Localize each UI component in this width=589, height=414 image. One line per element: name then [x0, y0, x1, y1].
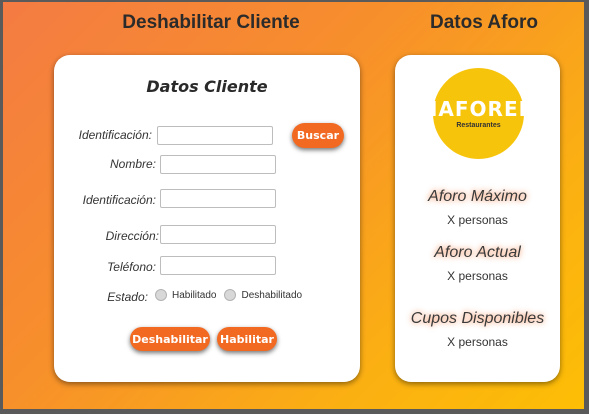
search-button[interactable]: Buscar: [292, 123, 344, 148]
page-title: Deshabilitar Cliente: [122, 12, 300, 33]
address-label: Dirección:: [105, 229, 159, 243]
phone-input[interactable]: [160, 256, 276, 275]
state-label: Estado:: [107, 290, 148, 304]
client-card-title: Datos Cliente: [146, 77, 268, 96]
available-seats-value: X personas: [447, 335, 508, 349]
current-capacity-value: X personas: [447, 269, 508, 283]
phone-label: Teléfono:: [107, 260, 156, 274]
search-id-label: Identificación:: [78, 128, 152, 142]
max-capacity-label: Aforo Máximo: [428, 188, 527, 205]
address-input[interactable]: [160, 225, 276, 244]
name-input[interactable]: [160, 155, 276, 174]
aforo-logo: IAFOREI Restaurantes: [429, 68, 528, 159]
state-radio-group: Habilitado Deshabilitado: [155, 289, 310, 301]
available-seats-label: Cupos Disponibles: [410, 310, 545, 327]
id-input[interactable]: [160, 189, 276, 208]
radio-enabled[interactable]: [155, 289, 167, 301]
enable-button[interactable]: Habilitar: [217, 327, 277, 351]
search-id-input[interactable]: [157, 126, 273, 145]
max-capacity-value: X personas: [447, 213, 508, 227]
radio-enabled-label: Habilitado: [172, 289, 217, 301]
page-background: Deshabilitar Cliente Datos Aforo Datos C…: [3, 2, 584, 409]
disable-button[interactable]: Deshabilitar: [130, 327, 210, 351]
id-label: Identificación:: [82, 193, 156, 207]
current-capacity-label: Aforo Actual: [434, 244, 521, 261]
radio-disabled-label: Deshabilitado: [241, 289, 303, 301]
logo-word: IAFOREI: [429, 97, 528, 121]
name-label: Nombre:: [109, 157, 156, 171]
logo-subtext: Restaurantes: [456, 122, 501, 129]
aforo-title: Datos Aforo: [429, 12, 539, 33]
client-card: Datos Cliente Identificación: Buscar Nom…: [54, 55, 360, 382]
aforo-card: IAFOREI Restaurantes Aforo Máximo X pers…: [395, 55, 560, 382]
radio-disabled[interactable]: [224, 289, 237, 301]
